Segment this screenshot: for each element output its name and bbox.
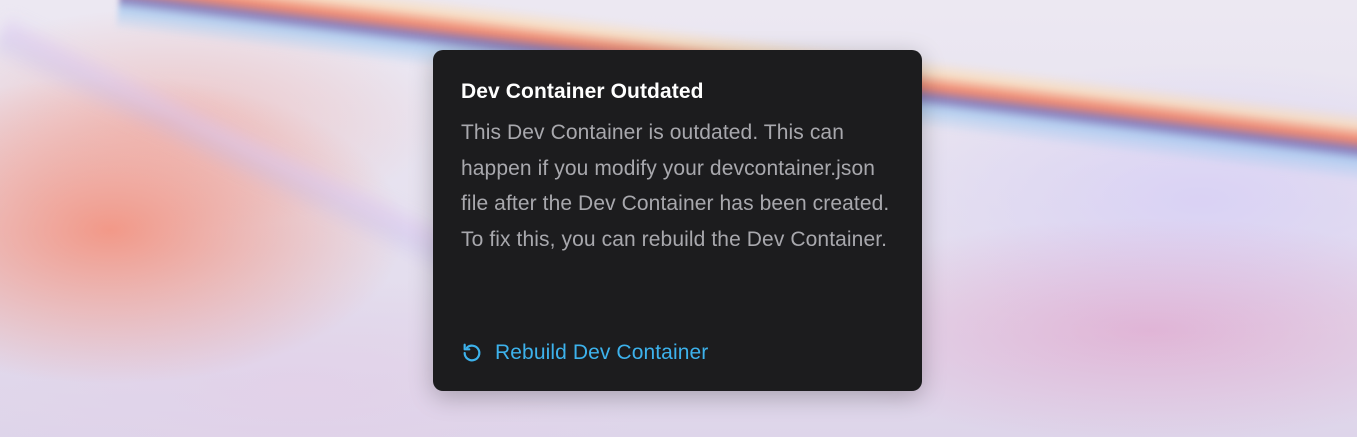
rotate-ccw-icon — [461, 342, 483, 364]
rebuild-dev-container-label: Rebuild Dev Container — [495, 341, 709, 364]
notification-title: Dev Container Outdated — [461, 80, 704, 103]
rebuild-dev-container-button[interactable]: Rebuild Dev Container — [461, 340, 708, 366]
notification-card: Dev Container Outdated This Dev Containe… — [433, 50, 922, 391]
notification-description: This Dev Container is outdated. This can… — [461, 121, 890, 251]
